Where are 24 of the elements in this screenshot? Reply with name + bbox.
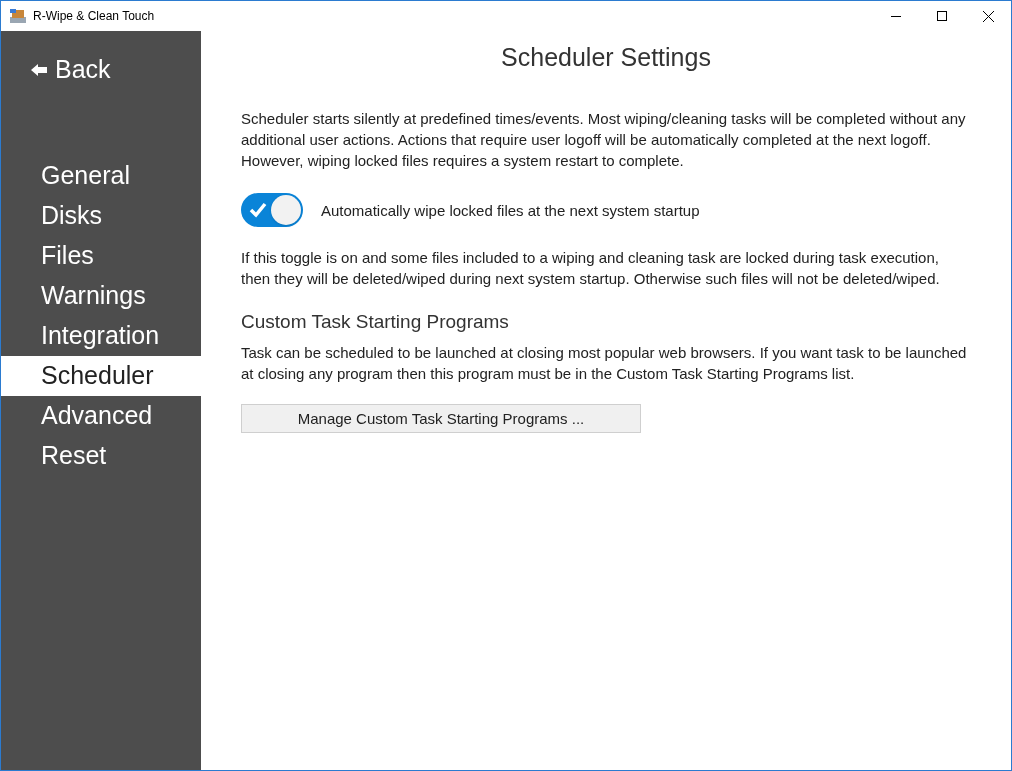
sidebar-item[interactable]: Advanced — [1, 395, 201, 436]
back-button[interactable]: Back — [31, 51, 111, 89]
toggle-label: Automatically wipe locked files at the next system startup — [321, 200, 700, 221]
maximize-icon — [937, 11, 947, 21]
toggle-switch[interactable] — [241, 193, 303, 227]
close-icon — [982, 10, 994, 22]
sidebar-item[interactable]: Disks — [1, 195, 201, 236]
sidebar-item[interactable]: Files — [1, 235, 201, 276]
app-logo-icon — [9, 8, 27, 24]
sidebar-item[interactable]: Integration — [1, 315, 201, 356]
sidebar-item[interactable]: Warnings — [1, 275, 201, 316]
minimize-icon — [891, 15, 901, 17]
section-description: Task can be scheduled to be launched at closing most popular web browsers. If you want task to be launched at closing any program then this program must be in the Custom Task Starting Programs list. — [241, 343, 968, 384]
left-arrow-icon — [31, 63, 47, 76]
toggle-description: If this toggle is on and some files included to a wiping and cleaning task are locked during task execution, then they will be deleted/wiped during next system startup. Otherwise such files will not be deleted/wiped. — [241, 248, 941, 289]
check-icon — [249, 202, 267, 218]
manage-programs-button[interactable]: Manage Custom Task Starting Programs ... — [241, 404, 641, 433]
window-title: R-Wipe & Clean Touch — [33, 8, 155, 25]
sidebar-item[interactable]: Reset — [1, 435, 201, 476]
sidebar-item[interactable]: Scheduler — [1, 355, 201, 396]
section-title: Custom Task Starting Programs — [241, 311, 510, 332]
intro-text: Scheduler starts silently at predefined times/events. Most wiping/cleaning tasks will be completed without any additional user actions. Actions that require user logoff will be automatically completed at the next logoff. However, wiping locked files requires a system restart to complete. — [241, 109, 967, 171]
toggle-thumb — [271, 195, 301, 225]
sidebar-item[interactable]: General — [1, 155, 201, 196]
